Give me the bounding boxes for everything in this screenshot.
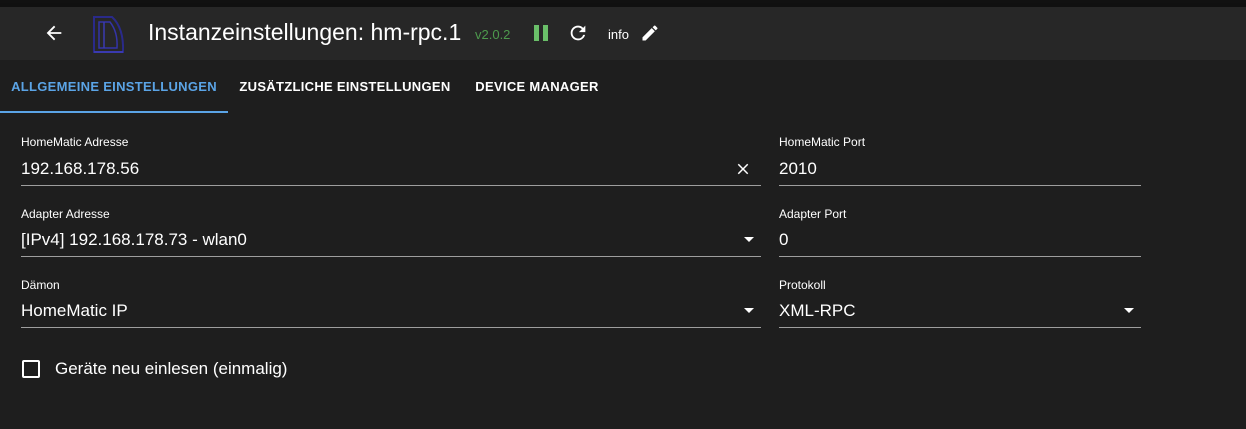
adapter-port-label: Adapter Port — [779, 207, 847, 221]
page-title: Instanzeinstellungen: hm-rpc.1 — [148, 19, 462, 45]
homematic-address-value[interactable]: 192.168.178.56 — [21, 156, 139, 182]
reread-devices-label[interactable]: Geräte neu einlesen (einmalig) — [55, 358, 287, 380]
adapter-logo-icon — [93, 16, 125, 53]
tab-general-settings[interactable]: ALLGEMEINE EINSTELLUNGEN — [0, 60, 228, 113]
homematic-address-field[interactable]: 192.168.178.56 — [21, 156, 761, 186]
adapter-address-select[interactable]: [IPv4] 192.168.178.73 - wlan0 — [21, 227, 761, 257]
adapter-port-value[interactable]: 0 — [779, 227, 788, 253]
reread-devices-checkbox[interactable] — [22, 360, 40, 378]
version-badge: v2.0.2 — [475, 27, 511, 42]
daemon-select[interactable]: HomeMatic IP — [21, 298, 761, 328]
active-tab-indicator — [0, 111, 228, 113]
pencil-icon — [642, 25, 658, 41]
pause-icon — [534, 25, 548, 41]
reload-icon — [570, 25, 586, 41]
homematic-port-field[interactable]: 2010 — [779, 156, 1141, 186]
adapter-port-field[interactable]: 0 — [779, 227, 1141, 257]
chevron-down-icon[interactable] — [744, 308, 754, 313]
homematic-port-label: HomeMatic Port — [779, 135, 866, 149]
daemon-label: Dämon — [21, 278, 60, 292]
chevron-down-icon[interactable] — [744, 237, 754, 242]
tab-additional-settings[interactable]: ZUSÄTZLICHE EINSTELLUNGEN — [228, 60, 462, 113]
edit-info-button[interactable] — [639, 22, 661, 44]
chevron-down-icon[interactable] — [1124, 308, 1134, 313]
reload-instance-button[interactable] — [566, 21, 590, 45]
protocol-select[interactable]: XML-RPC — [779, 298, 1141, 328]
clear-address-button[interactable] — [733, 159, 753, 179]
homematic-port-value[interactable]: 2010 — [779, 156, 817, 182]
back-button[interactable] — [36, 19, 72, 47]
protocol-label: Protokoll — [779, 278, 826, 292]
daemon-value[interactable]: HomeMatic IP — [21, 298, 128, 324]
protocol-value[interactable]: XML-RPC — [779, 298, 856, 324]
tab-device-manager[interactable]: DEVICE MANAGER — [462, 60, 612, 113]
window-top-strip — [0, 0, 1246, 7]
arrow-left-icon — [46, 25, 62, 41]
adapter-address-value[interactable]: [IPv4] 192.168.178.73 - wlan0 — [21, 227, 247, 253]
tab-bar: ALLGEMEINE EINSTELLUNGEN ZUSÄTZLICHE EIN… — [0, 60, 1246, 113]
info-label: info — [608, 27, 629, 42]
app-header: Instanzeinstellungen: hm-rpc.1 v2.0.2 in… — [0, 7, 1246, 60]
adapter-address-label: Adapter Adresse — [21, 207, 110, 221]
close-icon — [737, 163, 749, 175]
pause-instance-button[interactable] — [530, 22, 552, 44]
homematic-address-label: HomeMatic Adresse — [21, 135, 129, 149]
